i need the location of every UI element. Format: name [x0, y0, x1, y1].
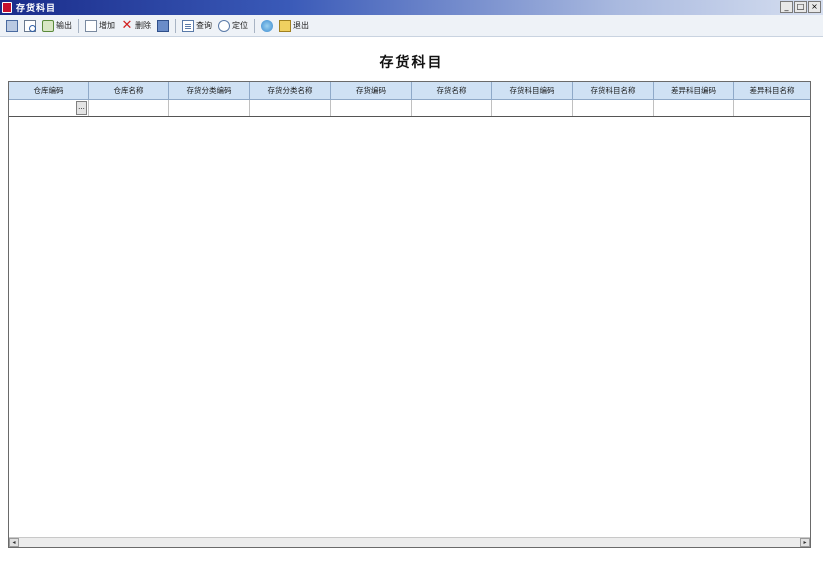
close-button[interactable]: ×	[808, 1, 821, 13]
add-button[interactable]: 增加	[82, 17, 118, 35]
new-document-icon	[85, 19, 97, 32]
query-button[interactable]: 查询	[179, 17, 215, 35]
column-header-account-code[interactable]: 存货科目编码	[492, 82, 573, 100]
exit-icon	[279, 19, 291, 32]
output-label: 输出	[56, 21, 72, 30]
toolbar-separator	[175, 18, 176, 33]
preview-button[interactable]	[21, 17, 39, 35]
minimize-button[interactable]: _	[780, 1, 793, 13]
scroll-left-arrow[interactable]: ◂	[9, 538, 19, 547]
table-row[interactable]: ...	[9, 100, 810, 117]
cell-variance-code[interactable]	[654, 100, 734, 116]
window-title: 存货科目	[16, 4, 57, 14]
toolbar-separator	[78, 18, 79, 33]
locate-icon	[218, 19, 230, 32]
output-icon	[42, 19, 54, 32]
delete-icon: ✕	[121, 17, 133, 33]
query-icon	[182, 19, 194, 32]
title-bar: 存货科目 _ □ ×	[0, 0, 823, 15]
column-header-variance-name[interactable]: 差异科目名称	[734, 82, 810, 100]
scroll-right-arrow[interactable]: ▸	[800, 538, 810, 547]
delete-button[interactable]: ✕ 删除	[118, 17, 154, 35]
exit-label: 退出	[293, 21, 309, 30]
cell-inventory-code[interactable]	[331, 100, 412, 116]
column-header-variance-code[interactable]: 差异科目编码	[654, 82, 734, 100]
cell-variance-name[interactable]	[734, 100, 810, 116]
locate-button[interactable]: 定位	[215, 17, 251, 35]
print-icon	[6, 19, 18, 32]
column-header-warehouse-code[interactable]: 仓库编码	[9, 82, 89, 100]
cell-warehouse-code[interactable]: ...	[9, 100, 89, 116]
exit-button[interactable]: 退出	[276, 17, 312, 35]
app-icon	[2, 2, 12, 13]
column-header-category-code[interactable]: 存货分类编码	[169, 82, 250, 100]
help-icon	[261, 19, 273, 32]
toolbar-separator	[254, 18, 255, 33]
delete-label: 删除	[135, 21, 151, 30]
save-icon	[157, 19, 169, 32]
maximize-button[interactable]: □	[794, 1, 807, 13]
cell-inventory-name[interactable]	[412, 100, 492, 116]
preview-icon	[24, 19, 36, 32]
lookup-button[interactable]: ...	[76, 101, 87, 115]
page-title: 存货科目	[379, 55, 444, 71]
column-header-inventory-code[interactable]: 存货编码	[331, 82, 412, 100]
grid-header: 仓库编码 仓库名称 存货分类编码 存货分类名称 存货编码 存货名称 存货科目编码…	[9, 82, 810, 100]
column-header-category-name[interactable]: 存货分类名称	[250, 82, 331, 100]
query-label: 查询	[196, 21, 212, 30]
column-header-account-name[interactable]: 存货科目名称	[573, 82, 654, 100]
save-button[interactable]	[154, 17, 172, 35]
column-header-inventory-name[interactable]: 存货名称	[412, 82, 492, 100]
horizontal-scrollbar[interactable]: ◂ ▸	[9, 537, 810, 547]
cell-category-code[interactable]	[169, 100, 250, 116]
locate-label: 定位	[232, 21, 248, 30]
add-label: 增加	[99, 21, 115, 30]
cell-category-name[interactable]	[250, 100, 331, 116]
window-controls: _ □ ×	[780, 1, 821, 13]
cell-account-code[interactable]	[492, 100, 573, 116]
column-header-warehouse-name[interactable]: 仓库名称	[89, 82, 169, 100]
cell-account-name[interactable]	[573, 100, 654, 116]
output-button[interactable]: 输出	[39, 17, 75, 35]
toolbar: 输出 增加 ✕ 删除 查询 定位 退出	[0, 15, 823, 37]
help-button[interactable]	[258, 17, 276, 35]
cell-warehouse-name[interactable]	[89, 100, 169, 116]
print-button[interactable]	[3, 17, 21, 35]
data-grid[interactable]: 仓库编码 仓库名称 存货分类编码 存货分类名称 存货编码 存货名称 存货科目编码…	[8, 81, 811, 548]
